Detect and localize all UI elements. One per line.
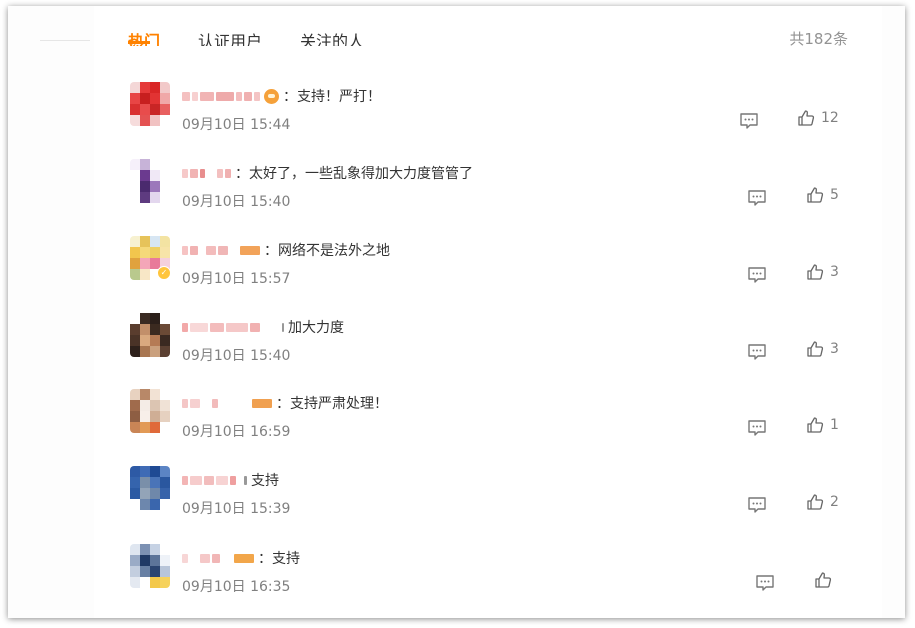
thumbs-up-icon <box>807 417 824 433</box>
comment-item: 支持 09月10日 15:39 2 <box>94 460 882 536</box>
avatar[interactable] <box>130 389 170 433</box>
comment-header: ： 网络不是法外之地 <box>182 240 390 260</box>
comment-separator: ： <box>283 89 297 105</box>
comment-header: ： 支持！严打！ <box>182 86 381 106</box>
comment-time: 09月10日 15:39 <box>182 501 291 517</box>
comment-item: ✓ ： 网络不是法外之地 09月10日 15:57 3 <box>94 230 882 306</box>
like-button[interactable]: 1 <box>806 416 839 434</box>
comment-header: 支持 <box>182 470 279 490</box>
verified-badge-icon: ✓ <box>157 266 171 280</box>
like-button[interactable] <box>814 571 838 589</box>
emoji-icon <box>264 88 279 104</box>
username-blurred[interactable] <box>182 91 260 101</box>
thumbs-up-icon <box>807 341 824 357</box>
like-button[interactable]: 12 <box>797 109 839 127</box>
comment-icon[interactable] <box>746 417 768 439</box>
comment-icon[interactable] <box>746 187 768 209</box>
username-blurred[interactable] <box>182 553 254 563</box>
comment-header: ： 太好了，一些乱象得加大力度管管了 <box>182 163 473 183</box>
active-tab-indicator <box>128 41 150 44</box>
comment-text: 支持 <box>251 473 279 489</box>
comment-icon[interactable] <box>746 264 768 286</box>
comment-time: 09月10日 15:44 <box>182 117 291 133</box>
comment-item: ： 支持严肃处理！ 09月10日 16:59 1 <box>94 383 882 459</box>
comment-text: 加大力度 <box>288 320 344 336</box>
comment-time: 09月10日 15:40 <box>182 348 291 364</box>
thumbs-up-icon <box>807 494 824 510</box>
comment-header: ： 支持 <box>182 548 300 568</box>
comment-text: 支持！严打！ <box>297 89 381 105</box>
avatar[interactable] <box>130 313 170 357</box>
comment-time: 09月10日 15:40 <box>182 194 291 210</box>
avatar[interactable] <box>130 466 170 510</box>
divider <box>40 40 90 41</box>
like-count: 2 <box>830 494 839 510</box>
like-count: 1 <box>830 417 839 433</box>
comment-time: 09月10日 16:59 <box>182 424 291 440</box>
comment-icon[interactable] <box>738 110 760 132</box>
thumbs-up-icon <box>807 187 824 203</box>
like-button[interactable]: 3 <box>806 263 839 281</box>
thumbs-up-icon <box>798 110 815 126</box>
comment-tabs: 热门 认证用户 关注的人 共182条 <box>94 6 882 46</box>
username-blurred[interactable] <box>182 168 231 178</box>
like-button[interactable]: 3 <box>806 340 839 358</box>
avatar[interactable] <box>130 544 170 588</box>
comment-separator: ： <box>276 396 290 412</box>
comment-time: 09月10日 16:35 <box>182 579 291 595</box>
thumbs-up-icon <box>807 264 824 280</box>
tab-verified-users[interactable]: 认证用户 <box>198 28 262 46</box>
like-button[interactable]: 5 <box>806 186 839 204</box>
like-count: 3 <box>830 264 839 280</box>
comment-text: 支持 <box>272 551 300 567</box>
comment-icon[interactable] <box>746 341 768 363</box>
like-count: 3 <box>830 341 839 357</box>
comment-text: 网络不是法外之地 <box>278 243 390 259</box>
screenshot-frame: 热门 认证用户 关注的人 共182条 ： 支持！严打！ 09月10日 15:44… <box>8 6 905 618</box>
comment-icon[interactable] <box>754 572 776 594</box>
comment-separator: ： <box>235 166 249 182</box>
username-blurred[interactable] <box>182 322 284 332</box>
comment-panel: 热门 认证用户 关注的人 共182条 ： 支持！严打！ 09月10日 15:44… <box>94 6 882 618</box>
thumbs-up-icon <box>815 572 832 588</box>
username-blurred[interactable] <box>182 245 260 255</box>
comment-separator: ： <box>264 243 278 259</box>
avatar[interactable] <box>130 159 170 203</box>
like-button[interactable]: 2 <box>806 493 839 511</box>
comment-item: ： 支持！严打！ 09月10日 15:44 12 <box>94 76 882 152</box>
comment-text: 支持严肃处理！ <box>290 396 388 412</box>
comment-separator: ： <box>258 551 272 567</box>
comment-header: 加大力度 <box>182 317 344 337</box>
comment-item: ： 太好了，一些乱象得加大力度管管了 09月10日 15:40 5 <box>94 153 882 229</box>
comment-item: 加大力度 09月10日 15:40 3 <box>94 307 882 383</box>
avatar[interactable] <box>130 82 170 126</box>
username-blurred[interactable] <box>182 475 247 485</box>
comment-item: ： 支持 09月10日 16:35 <box>94 538 882 614</box>
comment-total-count: 共182条 <box>789 30 848 46</box>
like-count: 12 <box>821 110 839 126</box>
comment-time: 09月10日 15:57 <box>182 271 291 287</box>
comment-text: 太好了，一些乱象得加大力度管管了 <box>249 166 473 182</box>
tab-following[interactable]: 关注的人 <box>300 28 364 46</box>
comment-header: ： 支持严肃处理！ <box>182 393 388 413</box>
like-count: 5 <box>830 187 839 203</box>
username-blurred[interactable] <box>182 398 272 408</box>
comment-icon[interactable] <box>746 494 768 516</box>
